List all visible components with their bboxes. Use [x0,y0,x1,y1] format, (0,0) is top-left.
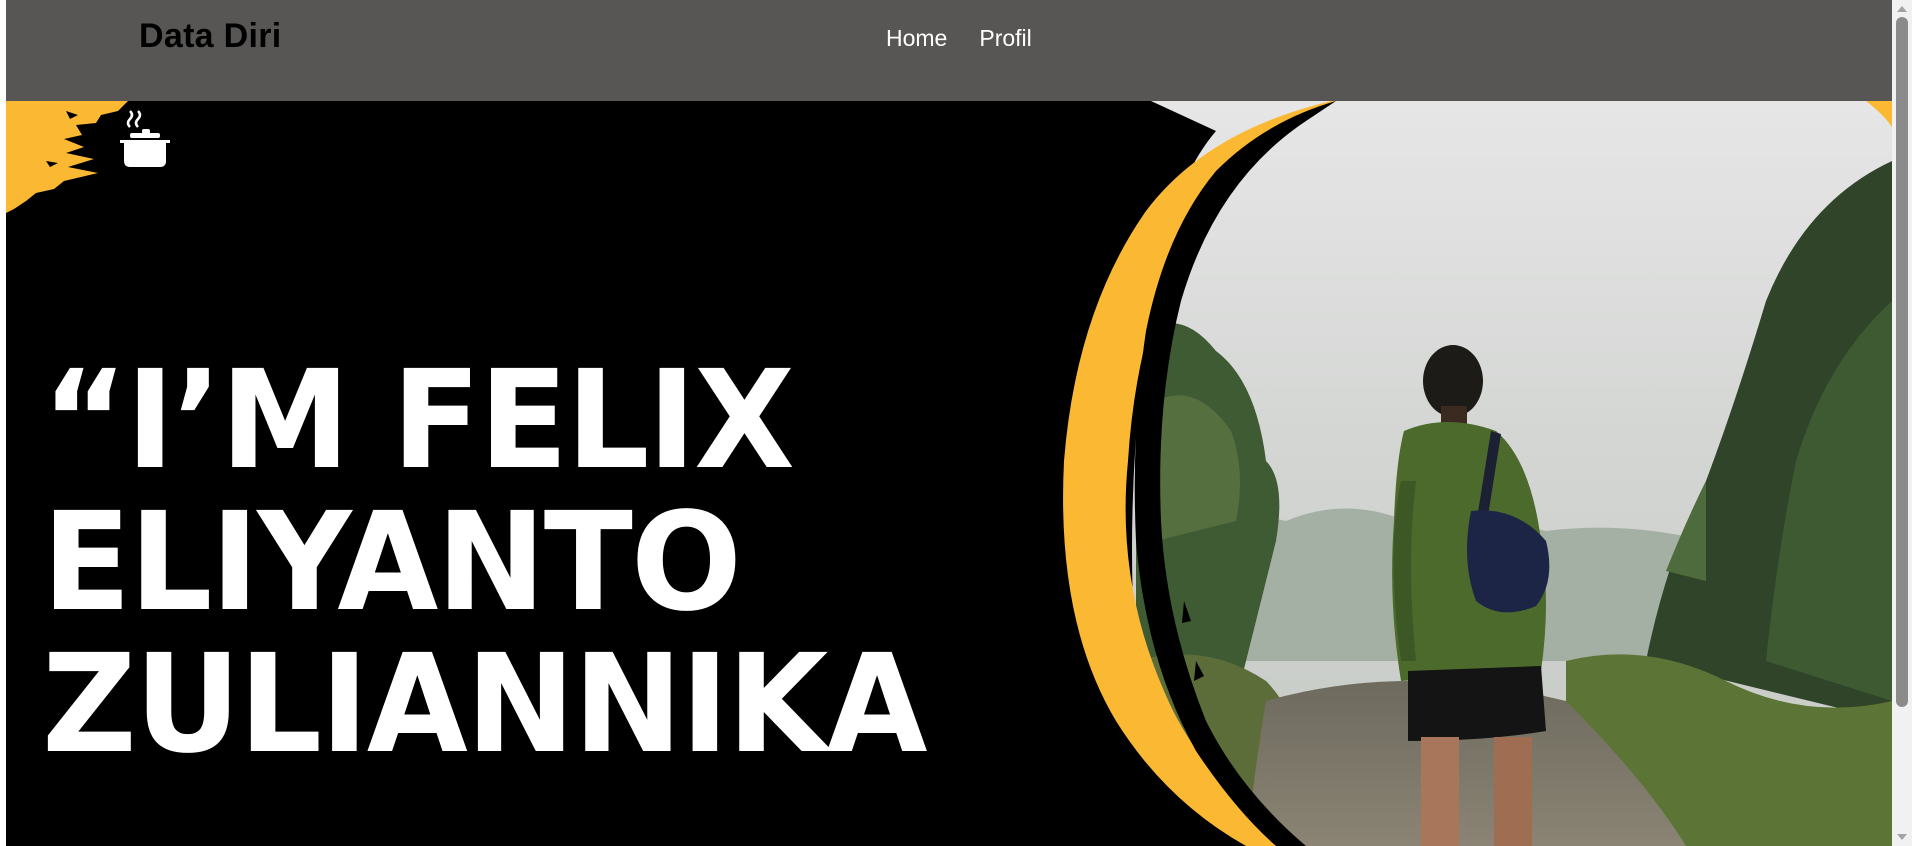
navbar: Data Diri Home Profil [6,0,1892,101]
vertical-scrollbar[interactable] [1892,0,1912,846]
headline-line-2: ELIYANTO [42,484,742,643]
cooking-pot-icon [120,110,170,167]
headline-line-1: “I’M FELIX [42,342,795,501]
page: Data Diri Home Profil “I’M FELIX ELIYANT… [6,0,1892,846]
scroll-down-icon[interactable] [1897,834,1907,840]
nav-link-profil[interactable]: Profil [979,25,1031,52]
scroll-up-icon[interactable] [1897,6,1907,12]
yellow-brush-corner [6,101,128,213]
hero-photo [1132,101,1892,846]
scroll-thumb[interactable] [1896,17,1908,707]
main-nav: Home Profil [886,25,1032,52]
nav-link-home[interactable]: Home [886,25,947,52]
headline-line-3: ZULIANNIKA [42,626,928,785]
brand-title: Data Diri [139,17,282,55]
hero-headline: “I’M FELIX ELIYANTO ZULIANNIKA [42,350,1002,776]
hero-banner: “I’M FELIX ELIYANTO ZULIANNIKA [6,101,1892,846]
